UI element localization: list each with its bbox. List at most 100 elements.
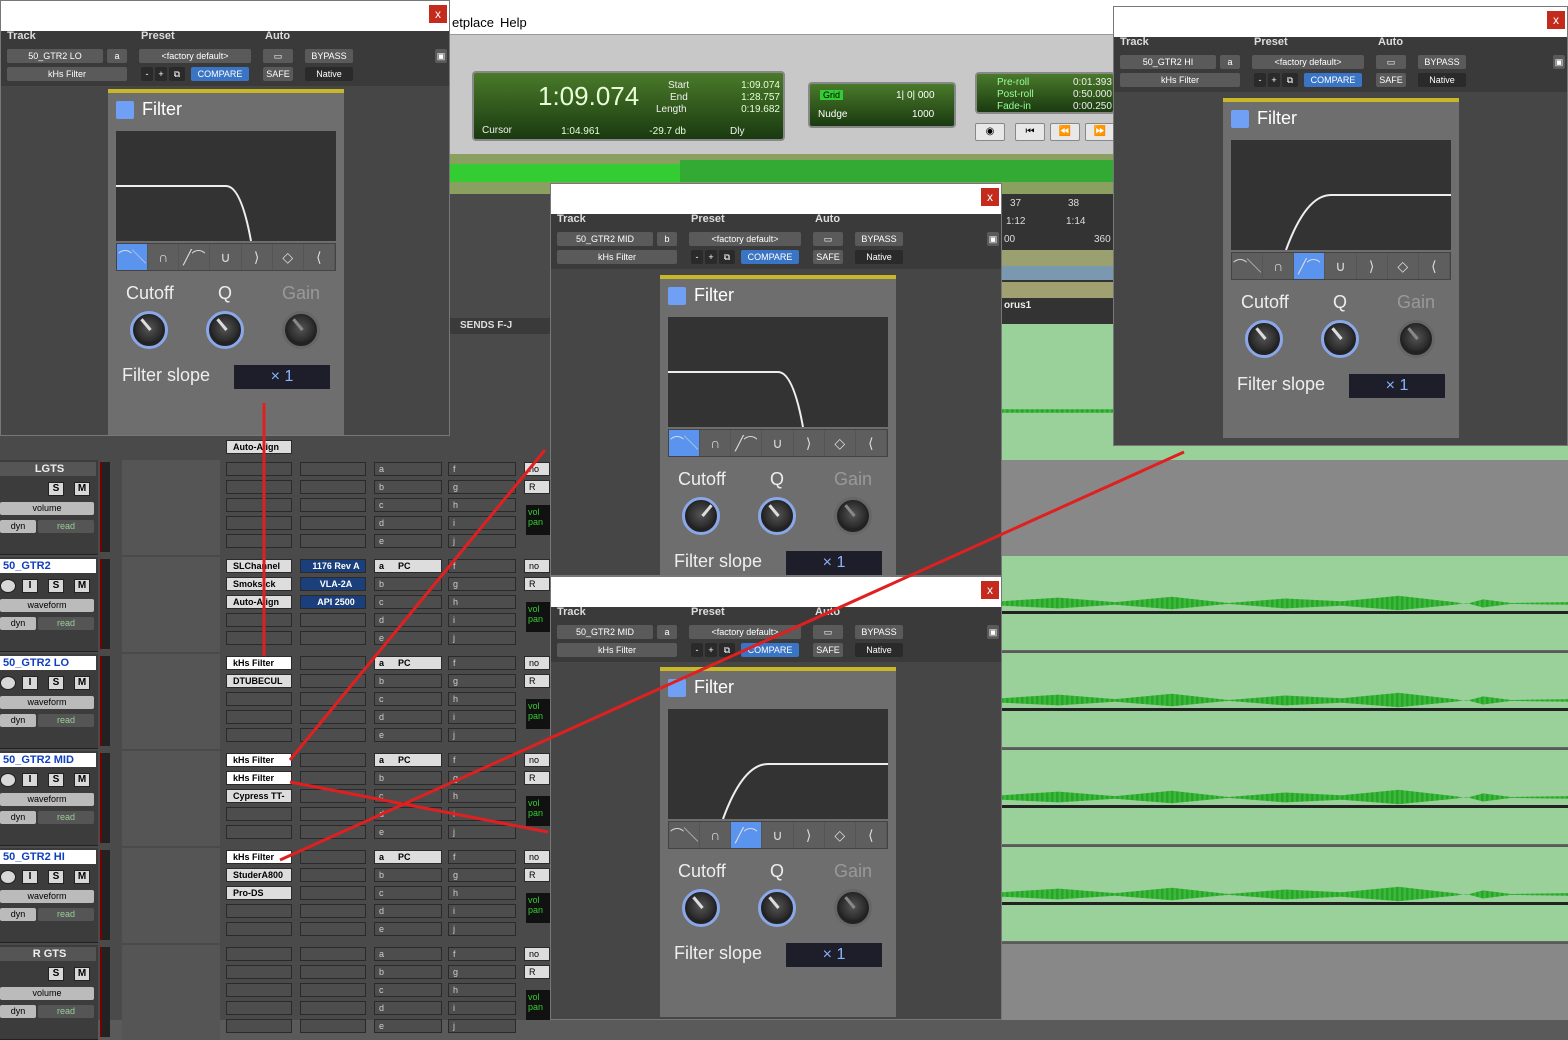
insert-slot-empty[interactable] bbox=[300, 1019, 366, 1033]
send-slot[interactable]: f bbox=[448, 559, 516, 573]
send-slot[interactable]: h bbox=[448, 789, 516, 803]
output-selector[interactable]: no bbox=[524, 753, 550, 767]
track-view-selector[interactable]: volume bbox=[0, 502, 94, 515]
insert-slot-empty[interactable] bbox=[300, 728, 366, 742]
send-slot[interactable]: g bbox=[448, 577, 516, 591]
send-slot[interactable]: b bbox=[374, 771, 442, 785]
next-preset-button[interactable]: + bbox=[705, 643, 717, 657]
filter-response-graph[interactable] bbox=[1231, 140, 1451, 251]
automation-icon[interactable]: ▭ bbox=[813, 625, 843, 639]
filter-response-graph[interactable] bbox=[668, 317, 888, 428]
plugin-selector[interactable]: kHs Filter bbox=[1120, 73, 1240, 87]
track-name[interactable]: LGTS bbox=[0, 462, 96, 476]
send-slot[interactable]: c bbox=[374, 692, 442, 706]
close-icon[interactable]: x bbox=[981, 188, 999, 206]
bell-icon[interactable]: ∩ bbox=[700, 430, 732, 456]
high-shelf-icon[interactable]: ⟩ bbox=[1356, 253, 1388, 279]
send-slot[interactable]: d bbox=[374, 807, 442, 821]
dyn-button[interactable]: dyn bbox=[0, 1005, 36, 1018]
menu-marketplace[interactable]: etplace bbox=[452, 15, 494, 30]
filter-enable-checkbox[interactable] bbox=[668, 679, 686, 697]
next-preset-button[interactable]: + bbox=[1268, 73, 1280, 87]
send-slot[interactable]: a PC bbox=[374, 559, 442, 573]
output-selector[interactable]: R bbox=[524, 674, 550, 688]
solo-button[interactable]: S bbox=[48, 967, 64, 981]
peak-icon[interactable]: ◇ bbox=[1387, 253, 1419, 279]
output-selector[interactable]: no bbox=[524, 850, 550, 864]
plugin-titlebar[interactable] bbox=[551, 184, 1001, 214]
copy-icon[interactable]: ⧉ bbox=[719, 643, 735, 657]
compare-button[interactable]: COMPARE bbox=[191, 67, 249, 81]
low-shelf-icon[interactable]: ⟨ bbox=[1418, 253, 1450, 279]
insert-position-selector[interactable]: a bbox=[107, 49, 127, 63]
send-slot[interactable]: a PC bbox=[374, 753, 442, 767]
fadein-value[interactable]: 0:00.250 bbox=[1073, 101, 1112, 112]
insert-slot-empty[interactable] bbox=[226, 807, 292, 821]
insert-slot-empty[interactable] bbox=[226, 462, 292, 476]
dyn-button[interactable]: dyn bbox=[0, 908, 36, 921]
insert-slot-empty[interactable] bbox=[300, 825, 366, 839]
output-selector[interactable]: R bbox=[524, 480, 550, 494]
send-slot[interactable]: h bbox=[448, 886, 516, 900]
insert-slot-empty[interactable] bbox=[300, 480, 366, 494]
preset-selector[interactable]: <factory default> bbox=[1252, 55, 1364, 69]
high-pass-icon[interactable]: ╱⌒ bbox=[731, 430, 763, 456]
send-slot[interactable]: j bbox=[448, 534, 516, 548]
insert-position-selector[interactable]: b bbox=[657, 232, 677, 246]
vol-pan-display[interactable]: vol pan bbox=[526, 893, 550, 923]
bell-icon[interactable]: ∩ bbox=[1263, 253, 1295, 279]
postroll-label[interactable]: Post-roll bbox=[997, 89, 1034, 100]
dyn-button[interactable]: dyn bbox=[0, 617, 36, 630]
gain-knob[interactable] bbox=[1397, 320, 1435, 358]
previous-preset-button[interactable]: - bbox=[141, 67, 153, 81]
close-icon[interactable]: x bbox=[1547, 11, 1565, 29]
gain-knob[interactable] bbox=[834, 497, 872, 535]
insert-slot[interactable]: StuderA800 bbox=[226, 868, 292, 882]
high-pass-icon[interactable]: ╱⌒ bbox=[1294, 253, 1326, 279]
plugin-selector[interactable]: kHs Filter bbox=[557, 250, 677, 264]
cutoff-knob[interactable] bbox=[1245, 320, 1283, 358]
mute-button[interactable]: M bbox=[74, 870, 90, 884]
high-pass-icon[interactable]: ╱⌒ bbox=[179, 244, 211, 270]
vol-pan-display[interactable]: vol pan bbox=[526, 505, 550, 535]
q-knob[interactable] bbox=[206, 311, 244, 349]
end-value[interactable]: 1:28.757 bbox=[714, 92, 780, 103]
compare-button[interactable]: COMPARE bbox=[1304, 73, 1362, 87]
send-slot[interactable]: i bbox=[448, 904, 516, 918]
insert-slot[interactable]: 1176 Rev A bbox=[300, 559, 366, 573]
insert-slot[interactable]: SLChannel bbox=[226, 559, 292, 573]
next-preset-button[interactable]: + bbox=[155, 67, 167, 81]
compare-button[interactable]: COMPARE bbox=[741, 250, 799, 264]
insert-slot-empty[interactable] bbox=[226, 947, 292, 961]
bypass-button[interactable]: BYPASS bbox=[855, 625, 903, 639]
mute-button[interactable]: M bbox=[74, 579, 90, 593]
send-slot[interactable]: j bbox=[448, 1019, 516, 1033]
previous-preset-button[interactable]: - bbox=[691, 643, 703, 657]
record-button[interactable] bbox=[0, 579, 16, 593]
filter-slope-value[interactable]: × 1 bbox=[786, 943, 882, 967]
send-slot[interactable]: e bbox=[374, 922, 442, 936]
track-name[interactable]: 50_GTR2 LO bbox=[0, 656, 96, 670]
automation-mode[interactable]: read bbox=[38, 617, 94, 630]
vol-pan-display[interactable]: vol pan bbox=[526, 699, 550, 729]
mute-button[interactable]: M bbox=[74, 482, 90, 496]
safe-button[interactable]: SAFE bbox=[263, 67, 293, 81]
track-view-selector[interactable]: waveform bbox=[0, 599, 94, 612]
insert-slot-empty[interactable] bbox=[300, 1001, 366, 1015]
insert-slot[interactable]: VLA-2A bbox=[300, 577, 366, 591]
notch-icon[interactable]: ∪ bbox=[1325, 253, 1357, 279]
insert-slot-empty[interactable] bbox=[300, 462, 366, 476]
preset-selector[interactable]: <factory default> bbox=[689, 232, 801, 246]
preset-selector[interactable]: <factory default> bbox=[139, 49, 251, 63]
send-slot[interactable]: i bbox=[448, 710, 516, 724]
preset-selector[interactable]: <factory default> bbox=[689, 625, 801, 639]
insert-slot-empty[interactable] bbox=[300, 656, 366, 670]
copy-icon[interactable]: ⧉ bbox=[1282, 73, 1298, 87]
send-slot[interactable]: b bbox=[374, 868, 442, 882]
fadein-label[interactable]: Fade-in bbox=[997, 101, 1031, 112]
gain-knob[interactable] bbox=[282, 311, 320, 349]
automation-mode[interactable]: read bbox=[38, 520, 94, 533]
send-slot[interactable]: j bbox=[448, 825, 516, 839]
insert-slot-empty[interactable] bbox=[226, 1019, 292, 1033]
q-knob[interactable] bbox=[1321, 320, 1359, 358]
